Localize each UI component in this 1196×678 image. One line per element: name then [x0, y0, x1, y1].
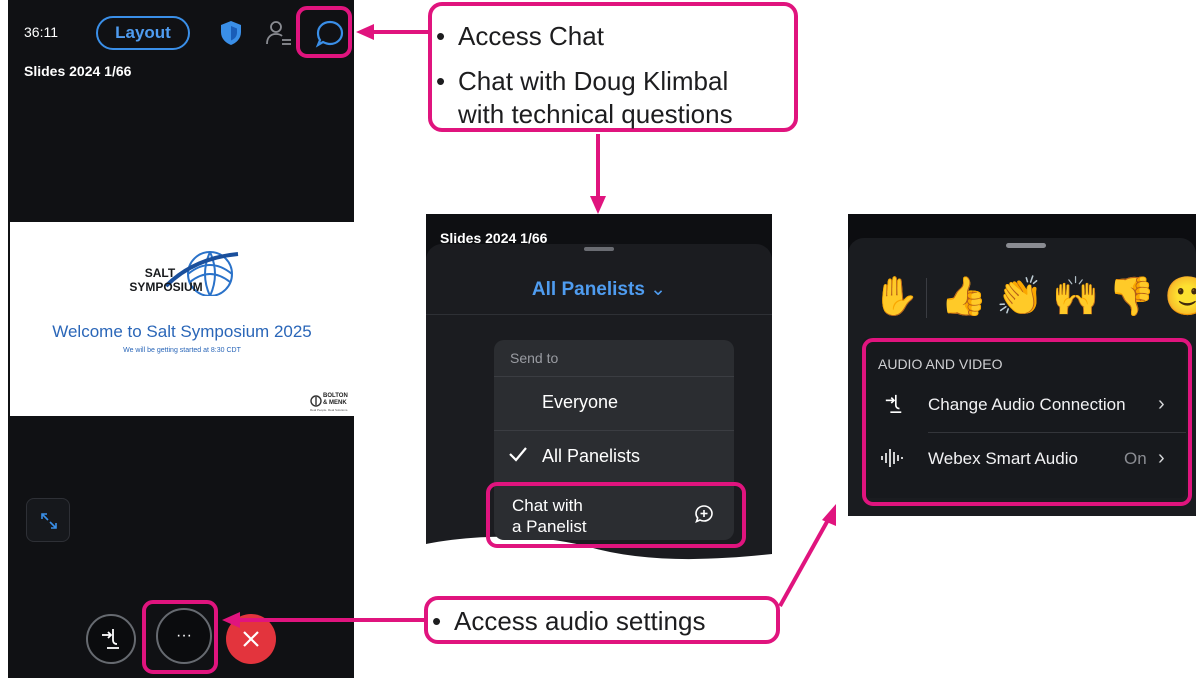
checkmark-icon	[508, 444, 528, 464]
smart-audio-value: On	[1124, 449, 1147, 468]
chevron-right-icon: ›	[1158, 447, 1165, 469]
audio-callout: Access audio settings	[424, 596, 780, 644]
menu-divider	[494, 376, 734, 377]
call-timer: 36:11	[24, 24, 58, 40]
celebrate-icon[interactable]: 🙌	[1052, 278, 1099, 316]
chat-bubble-icon[interactable]	[314, 18, 346, 50]
chat-with-panelist-option[interactable]: Chat with a Panelist	[494, 486, 734, 540]
smart-audio-row[interactable]: Webex Smart Audio On ›	[862, 436, 1186, 480]
reaction-divider	[926, 278, 927, 318]
more-options-button[interactable]: ···	[156, 608, 212, 664]
menu-divider	[494, 430, 734, 431]
callout-access-chat: Access Chat	[432, 20, 794, 53]
row-divider	[928, 432, 1186, 433]
raise-hand-icon[interactable]: ✋	[872, 278, 919, 316]
clapping-hands-icon[interactable]: 👏	[996, 278, 1043, 316]
slide-counter-secondary: Slides 2024 1/66	[440, 230, 548, 246]
new-chat-icon	[694, 504, 714, 524]
corner-logo-tagline: Real People. Real Solutions.	[310, 408, 349, 412]
arrow-to-audio-panel	[778, 519, 830, 607]
section-title: AUDIO AND VIDEO	[878, 356, 1003, 372]
slide-subline: We will be getting started at 8:30 CDT	[123, 347, 241, 354]
waveform-icon	[880, 448, 904, 468]
option-all-panelists-label: All Panelists	[542, 446, 641, 466]
end-call-icon	[242, 630, 260, 648]
arrow-head	[822, 504, 836, 526]
bolton-menk-logo-icon	[310, 394, 322, 407]
chevron-down-icon: ⌄	[644, 279, 667, 300]
drag-handle[interactable]	[584, 247, 614, 251]
recipient-dropdown[interactable]: All Panelists ⌄	[426, 278, 772, 301]
shield-icon[interactable]	[220, 20, 242, 46]
header-divider	[426, 314, 772, 315]
recipient-dropdown-label: All Panelists	[531, 279, 645, 300]
audio-video-section: AUDIO AND VIDEO Change Audio Connection …	[862, 338, 1186, 498]
option-everyone-label: Everyone	[542, 392, 619, 412]
drag-handle[interactable]	[1006, 243, 1046, 248]
more-icon: ···	[176, 627, 192, 644]
change-audio-connection-label: Change Audio Connection	[928, 395, 1126, 414]
arrow-head	[356, 24, 374, 40]
audio-connection-icon	[100, 627, 122, 651]
chat-callout: Access Chat Chat with Doug Klimbal with …	[428, 2, 798, 132]
send-to-label: Send to	[510, 350, 559, 366]
expand-icon	[39, 511, 59, 531]
presentation-slide: SALT SYMPOSIUM Welcome to Salt Symposium…	[10, 222, 354, 416]
chat-recipient-panel: Slides 2024 1/66 All Panelists ⌄ Send to…	[426, 214, 772, 572]
smile-icon[interactable]: 🙂	[1164, 278, 1196, 316]
layout-button[interactable]: Layout	[96, 16, 190, 50]
slide-headline: Welcome to Salt Symposium 2025	[52, 322, 312, 341]
more-options-panel: ✋ 👍 👏 🙌 👎 🙂 AUDIO AND VIDEO Change Audio…	[848, 214, 1196, 516]
chevron-right-icon: ›	[1158, 393, 1165, 415]
slide-logo-line2: SYMPOSIUM	[129, 280, 203, 294]
callout-access-audio: Access audio settings	[428, 605, 776, 638]
arrow-head	[590, 196, 606, 214]
chat-with-line1: Chat with	[512, 496, 583, 515]
corner-logo-line2: & MENK	[323, 400, 347, 406]
corner-logo-line1: BOLTON	[323, 393, 348, 399]
thumbs-up-icon[interactable]: 👍	[940, 278, 987, 316]
chat-with-line2: a Panelist	[512, 517, 587, 536]
option-all-panelists[interactable]: All Panelists	[494, 432, 734, 484]
slide-logo-line1: SALT	[144, 266, 176, 280]
option-everyone[interactable]: Everyone	[494, 378, 734, 430]
expand-button[interactable]	[26, 498, 70, 542]
slide-counter: Slides 2024 1/66	[24, 63, 132, 79]
callout-chat-doug-line2: with technical questions	[458, 99, 733, 129]
send-to-menu: Send to Everyone All Panelists Chat with…	[494, 340, 734, 540]
callout-chat-doug: Chat with Doug Klimbal with technical qu…	[432, 65, 794, 131]
audio-connection-icon	[884, 393, 904, 415]
change-audio-connection-row[interactable]: Change Audio Connection ›	[862, 382, 1186, 426]
menu-divider	[494, 484, 734, 485]
thumbs-down-icon[interactable]: 👎	[1108, 278, 1155, 316]
audio-connection-button[interactable]	[86, 614, 136, 664]
smart-audio-label: Webex Smart Audio	[928, 449, 1078, 468]
callout-chat-doug-line1: Chat with Doug Klimbal	[458, 66, 729, 96]
participants-icon[interactable]	[266, 20, 292, 46]
end-call-button[interactable]	[226, 614, 276, 664]
meeting-screen: 36:11 Layout Slides 2024 1/66 SALT SYMPO…	[8, 0, 354, 678]
